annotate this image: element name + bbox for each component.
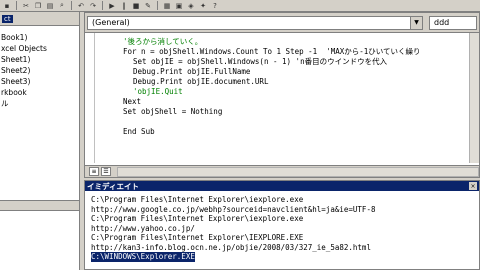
immediate-line: C:\WINDOWS\Explorer.EXE — [91, 252, 471, 262]
tree-item-module[interactable]: ル — [0, 98, 79, 109]
selected-text[interactable]: C:\WINDOWS\Explorer.EXE — [91, 252, 195, 262]
code-editor[interactable]: '後ろから消していく。 For n = objShell.Windows.Coun… — [85, 33, 479, 163]
code-window: (General) ▼ ddd '後ろから消していく。 For n = objSh… — [84, 12, 480, 178]
immediate-line: http://www.yahoo.co.jp/ — [91, 223, 195, 233]
immediate-window-title: イミディエイト — [85, 181, 479, 191]
properties-header — [0, 201, 79, 211]
redo-icon[interactable]: ↷ — [88, 1, 98, 10]
chevron-down-icon[interactable]: ▼ — [410, 16, 422, 29]
horizontal-scrollbar[interactable] — [117, 166, 479, 177]
tree-item-excel-objects[interactable]: xcel Objects — [0, 43, 79, 54]
immediate-line: C:\Program Files\Internet Explorer\iexpl… — [91, 195, 304, 204]
paste-icon[interactable]: ▤ — [45, 1, 55, 10]
immediate-line: C:\Program Files\Internet Explorer\iexpl… — [91, 214, 304, 223]
project-explorer: ct Book1) xcel Objects Sheet1) Sheet2) S… — [0, 12, 80, 200]
toolbar-separator — [71, 1, 72, 10]
tree-item-book1[interactable]: Book1) — [0, 32, 79, 43]
vertical-scrollbar[interactable] — [469, 33, 479, 163]
stop-icon[interactable]: ■ — [131, 1, 141, 10]
standard-toolbar: ▪ ✂ ❐ ▤ ⌕ ↶ ↷ ▶ ‖ ■ ✎ ▦ ▣ ◈ ✦ ? — [0, 0, 480, 12]
properties-icon[interactable]: ▣ — [174, 1, 184, 10]
tree-item-sheet3[interactable]: Sheet3) — [0, 76, 79, 87]
toolbar-separator — [102, 1, 103, 10]
toolbox-icon[interactable]: ✦ — [198, 1, 208, 10]
project-explorer-title: ct — [2, 14, 13, 23]
find-icon[interactable]: ⌕ — [57, 1, 67, 10]
save-icon[interactable]: ▪ — [2, 1, 12, 10]
module-view-icon[interactable]: ☰ — [101, 167, 111, 176]
code-line: Next — [123, 97, 142, 106]
pause-icon[interactable]: ‖ — [119, 1, 129, 10]
immediate-line: C:\Program Files\Internet Explorer\IEXPL… — [91, 233, 304, 242]
code-line: For n = objShell.Windows.Count To 1 Step… — [123, 47, 421, 56]
tree-item-sheet2[interactable]: Sheet2) — [0, 65, 79, 76]
tree-item-thisworkbook[interactable]: rkbook — [0, 87, 79, 98]
object-combo-value: (General) — [92, 18, 130, 27]
project-explorer-icon[interactable]: ▦ — [162, 1, 172, 10]
immediate-output[interactable]: C:\Program Files\Internet Explorer\iexpl… — [91, 195, 471, 269]
immediate-line: http://kan3-info.blog.ocn.ne.jp/objie/20… — [91, 242, 371, 252]
copy-icon[interactable]: ❐ — [33, 1, 43, 10]
code-statusbar: ≡ ☰ — [85, 165, 479, 177]
procedure-combo-value: ddd — [434, 18, 450, 27]
object-combo[interactable]: (General) ▼ — [87, 15, 423, 30]
project-explorer-header: ct — [0, 12, 79, 26]
design-mode-icon[interactable]: ✎ — [143, 1, 153, 10]
tree-item-sheet1[interactable]: Sheet1) — [0, 54, 79, 65]
toolbar-separator — [157, 1, 158, 10]
cut-icon[interactable]: ✂ — [21, 1, 31, 10]
code-line: '後ろから消していく。 — [123, 37, 203, 46]
code-line: Set objIE = objShell.Windows(n - 1) 'n番目… — [133, 57, 388, 66]
properties-panel — [0, 200, 80, 270]
close-icon[interactable]: × — [469, 182, 477, 190]
help-icon[interactable]: ? — [210, 1, 220, 10]
run-icon[interactable]: ▶ — [107, 1, 117, 10]
immediate-window: イミディエイト × C:\Program Files\Internet Expl… — [84, 180, 480, 270]
procedure-combo[interactable]: ddd — [429, 15, 477, 30]
combo-bar: (General) ▼ ddd — [85, 13, 479, 33]
code-line: Debug.Print objIE.document.URL — [133, 77, 269, 86]
toolbar-separator — [16, 1, 17, 10]
code-line: Debug.Print objIE.FullName — [133, 67, 251, 76]
undo-icon[interactable]: ↶ — [76, 1, 86, 10]
code-line: Set objShell = Nothing — [123, 107, 223, 116]
immediate-line: http://www.google.co.jp/webhp?sourceid=n… — [91, 204, 376, 214]
object-browser-icon[interactable]: ◈ — [186, 1, 196, 10]
code-line: 'objIE.Quit — [133, 87, 183, 96]
code-line: End Sub — [123, 127, 155, 136]
procedure-view-icon[interactable]: ≡ — [89, 167, 99, 176]
